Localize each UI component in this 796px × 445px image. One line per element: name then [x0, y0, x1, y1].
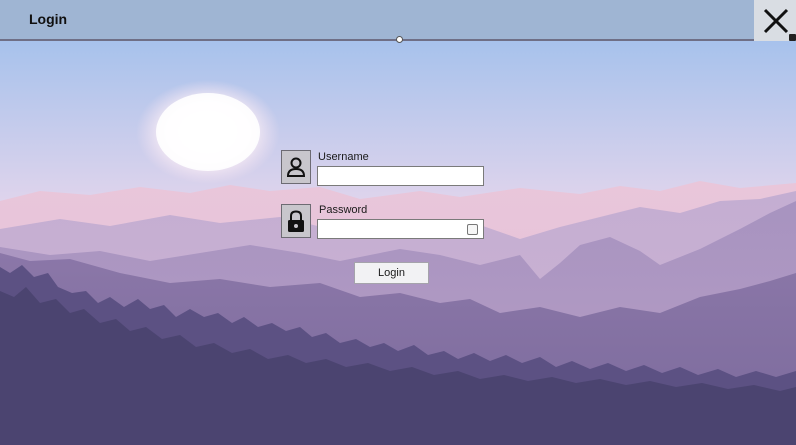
username-icon-box	[281, 150, 311, 184]
close-button[interactable]	[754, 0, 796, 41]
password-label: Password	[319, 204, 368, 216]
lock-icon	[288, 210, 304, 232]
password-input[interactable]	[317, 219, 484, 239]
corner-marker	[789, 34, 796, 41]
resize-handle[interactable]	[396, 36, 403, 43]
window-title: Login	[29, 11, 68, 27]
login-panel: Username Password Login	[0, 0, 796, 445]
password-icon-box	[281, 204, 311, 238]
show-password-toggle[interactable]	[467, 224, 478, 235]
login-button[interactable]: Login	[354, 262, 429, 284]
user-icon	[286, 157, 306, 177]
login-window: Login Username Password Login	[0, 0, 796, 445]
username-label: Username	[318, 151, 369, 163]
close-icon	[763, 8, 789, 34]
username-input[interactable]	[317, 166, 484, 186]
title-bar: Login	[0, 0, 796, 41]
